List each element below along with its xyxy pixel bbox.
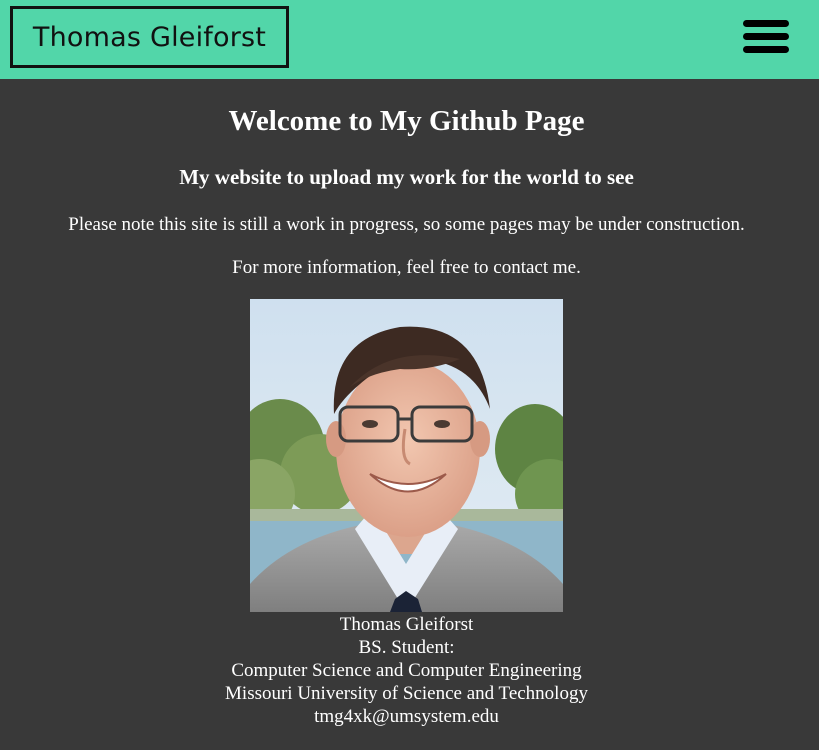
profile-email[interactable]: tmg4xk@umsystem.edu: [0, 705, 813, 728]
menu-bar-line: [743, 33, 789, 40]
page-subtitle: My website to upload my work for the wor…: [179, 165, 634, 189]
profile-caption: Thomas Gleiforst BS. Student: Computer S…: [0, 613, 813, 728]
page-title: Welcome to My Github Page: [228, 105, 585, 137]
profile-photo: [250, 299, 563, 612]
menu-bar-line: [743, 46, 789, 53]
menu-bar-line: [743, 20, 789, 27]
construction-notice: Please note this site is still a work in…: [68, 214, 745, 235]
profile-university: Missouri University of Science and Techn…: [225, 683, 588, 704]
top-navigation-bar: Thomas Gleiforst: [0, 0, 819, 79]
profile-name: Thomas Gleiforst: [339, 614, 474, 635]
profile-degree: BS. Student:: [358, 637, 455, 658]
profile-major: Computer Science and Computer Engineerin…: [231, 660, 582, 681]
contact-prompt: For more information, feel free to conta…: [232, 257, 581, 278]
site-logo[interactable]: Thomas Gleiforst: [10, 6, 289, 68]
hamburger-menu-icon[interactable]: [743, 20, 789, 54]
